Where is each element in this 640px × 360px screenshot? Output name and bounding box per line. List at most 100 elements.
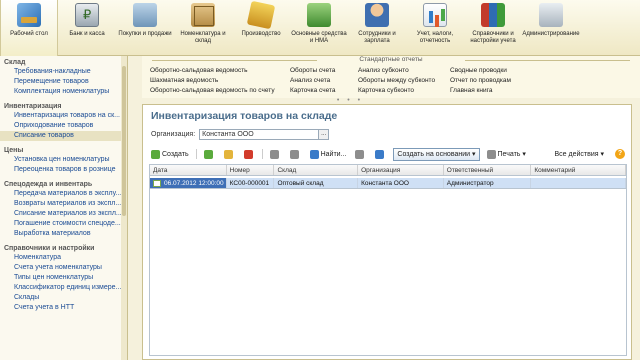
nav-item-issue-materials[interactable]: Передача материалов в эксплу... — [0, 189, 127, 199]
people-icon — [365, 3, 389, 27]
date-text: 06.07.2012 12:00:00 — [164, 179, 224, 187]
find-button[interactable]: Найти... — [308, 148, 349, 161]
print-label: Печать — [497, 150, 521, 158]
sect-purchases[interactable]: Покупки и продажи — [116, 0, 174, 56]
delete-icon — [243, 149, 253, 159]
report-link[interactable]: Оборотно-сальдовая ведомость — [150, 66, 275, 76]
cart-icon — [133, 3, 157, 27]
nav-item-requirements[interactable]: Требования-накладные — [0, 67, 127, 77]
sect-desktop[interactable]: Рабочий стол — [0, 0, 58, 56]
col-organization[interactable]: Организация — [358, 165, 444, 175]
nav-item-repay-cost[interactable]: Погашение стоимости спецоде... — [0, 219, 127, 229]
edit-button[interactable] — [222, 148, 237, 161]
report-link[interactable]: Главная книга — [450, 86, 511, 96]
nav-group-title: Инвентаризация — [4, 103, 62, 110]
sect-assets[interactable]: Основные средства и НМА — [290, 0, 348, 56]
nav-item-accounts[interactable]: Счета учета номенклатуры — [0, 263, 127, 273]
unpost-button[interactable] — [288, 148, 303, 161]
sect-warehouse[interactable]: Номенклатура и склад — [174, 0, 232, 56]
nav-item-price-types[interactable]: Типы цен номенклатуры — [0, 273, 127, 283]
copy-button[interactable] — [202, 148, 217, 161]
org-select-button[interactable]: ... — [319, 129, 330, 140]
reports-col-3: Анализ субконто Обороты между субконто К… — [358, 66, 435, 96]
report-link[interactable]: Карточка счета — [290, 86, 336, 96]
nav-item-ntt-accounts[interactable]: Счета учета в НТТ — [0, 303, 127, 313]
report-link[interactable]: Обороты между субконто — [358, 76, 435, 86]
col-date[interactable]: Дата — [150, 165, 227, 175]
reports-col-2: Обороты счета Анализ счета Карточка счет… — [290, 66, 336, 96]
reports-header: Стандартные отчеты — [142, 56, 640, 64]
cell-comment — [531, 178, 626, 188]
sections-panel: Рабочий стол Банк и касса Покупки и прод… — [0, 0, 640, 56]
chart-icon — [423, 3, 447, 27]
nav-item-transfer[interactable]: Перемещение товаров — [0, 77, 127, 87]
navigation-panel: Склад Требования-накладные Перемещение т… — [0, 56, 128, 360]
nav-item-inventory[interactable]: Инвентаризация товаров на ск... — [0, 111, 127, 121]
delete-button[interactable] — [242, 148, 257, 161]
all-actions-label: Все действия — [554, 150, 599, 158]
print-dropdown[interactable]: Печать ▾ — [485, 148, 528, 161]
nav-scrollbar[interactable] — [121, 56, 127, 360]
col-number[interactable]: Номер — [227, 165, 275, 175]
scrollbar-thumb[interactable] — [122, 66, 126, 216]
panel-splitter[interactable]: • • • — [300, 97, 400, 104]
report-link[interactable]: Анализ счета — [290, 76, 336, 86]
nav-item-return-materials[interactable]: Возвраты материалов из экспл... — [0, 199, 127, 209]
report-link[interactable]: Анализ субконто — [358, 66, 435, 76]
desktop-icon — [17, 3, 41, 27]
pencil-icon — [223, 149, 233, 159]
main-area: Стандартные отчеты Оборотно-сальдовая ве… — [130, 56, 640, 360]
sect-production[interactable]: Производство — [232, 0, 290, 56]
table-header: Дата Номер Склад Организация Ответственн… — [150, 165, 626, 176]
post-button[interactable] — [268, 148, 283, 161]
cell-organization: Константа ООО — [358, 178, 444, 188]
toolbar-separator — [261, 149, 263, 159]
toolbar-right: Все действия ▾ ? — [553, 148, 625, 161]
nav-item-set-prices[interactable]: Установка цен номенклатуры — [0, 155, 127, 165]
nav-item-assembly[interactable]: Комплектация номенклатуры — [0, 87, 127, 97]
sect-admin[interactable]: Администрирование — [522, 0, 580, 56]
create-button[interactable]: Создать — [149, 148, 191, 161]
report-link[interactable]: Обороты счета — [290, 66, 336, 76]
report-link[interactable]: Сводные проводки — [450, 66, 511, 76]
nav-item-writeoff[interactable]: Списание товаров — [0, 131, 127, 141]
table-row[interactable]: 06.07.2012 12:00:00 КС00-000001 Оптовый … — [150, 178, 626, 189]
report-link[interactable]: Карточка субконто — [358, 86, 435, 96]
report-link[interactable]: Отчет по проводкам — [450, 76, 511, 86]
reports-col-4: Сводные проводки Отчет по проводкам Глав… — [450, 66, 511, 96]
sect-refs[interactable]: Справочники и настройки учета — [464, 0, 522, 56]
report-link[interactable]: Оборотно-сальдовая ведомость по счету — [150, 86, 275, 96]
admin-icon — [539, 3, 563, 27]
sect-staff[interactable]: Сотрудники и зарплата — [348, 0, 406, 56]
copy-icon — [203, 149, 213, 159]
nav-group-title: Справочники и настройки — [4, 245, 95, 252]
nav-item-receipt[interactable]: Оприходование товаров — [0, 121, 127, 131]
nav-item-depletion[interactable]: Выработка материалов — [0, 229, 127, 239]
nav-group-title: Цены — [4, 147, 24, 154]
all-actions-dropdown[interactable]: Все действия ▾ — [553, 148, 607, 161]
help-icon[interactable]: ? — [615, 149, 625, 159]
refresh-button[interactable] — [373, 148, 388, 161]
create-label: Создать — [162, 150, 189, 158]
cancel-search-icon — [355, 149, 365, 159]
cancel-search-button[interactable] — [353, 148, 368, 161]
binoculars-icon — [309, 149, 319, 159]
unpost-icon — [289, 149, 299, 159]
report-link[interactable]: Шахматная ведомость — [150, 76, 275, 86]
create-based-dropdown[interactable]: Создать на основании ▾ — [393, 147, 480, 161]
col-warehouse[interactable]: Склад — [274, 165, 359, 175]
nav-item-revaluation[interactable]: Переоценка товаров в рознице — [0, 165, 127, 175]
col-comment[interactable]: Комментарий — [531, 165, 626, 175]
nav-item-units[interactable]: Классификатор единиц измере... — [0, 283, 127, 293]
toolbar-separator — [195, 149, 197, 159]
org-input[interactable]: Константа ООО — [199, 129, 320, 140]
sect-bank[interactable]: Банк и касса — [58, 0, 116, 56]
sect-accounting[interactable]: Учет, налоги, отчетность — [406, 0, 464, 56]
nav-item-nomenclature[interactable]: Номенклатура — [0, 253, 127, 263]
page-title: Инвентаризация товаров на складе — [151, 110, 338, 122]
nav-item-warehouses[interactable]: Склады — [0, 293, 127, 303]
nav-item-writeoff-materials[interactable]: Списание материалов из экспл... — [0, 209, 127, 219]
bank-icon — [75, 3, 99, 27]
cell-warehouse: Оптовый склад — [274, 178, 359, 188]
col-responsible[interactable]: Ответственный — [444, 165, 532, 175]
